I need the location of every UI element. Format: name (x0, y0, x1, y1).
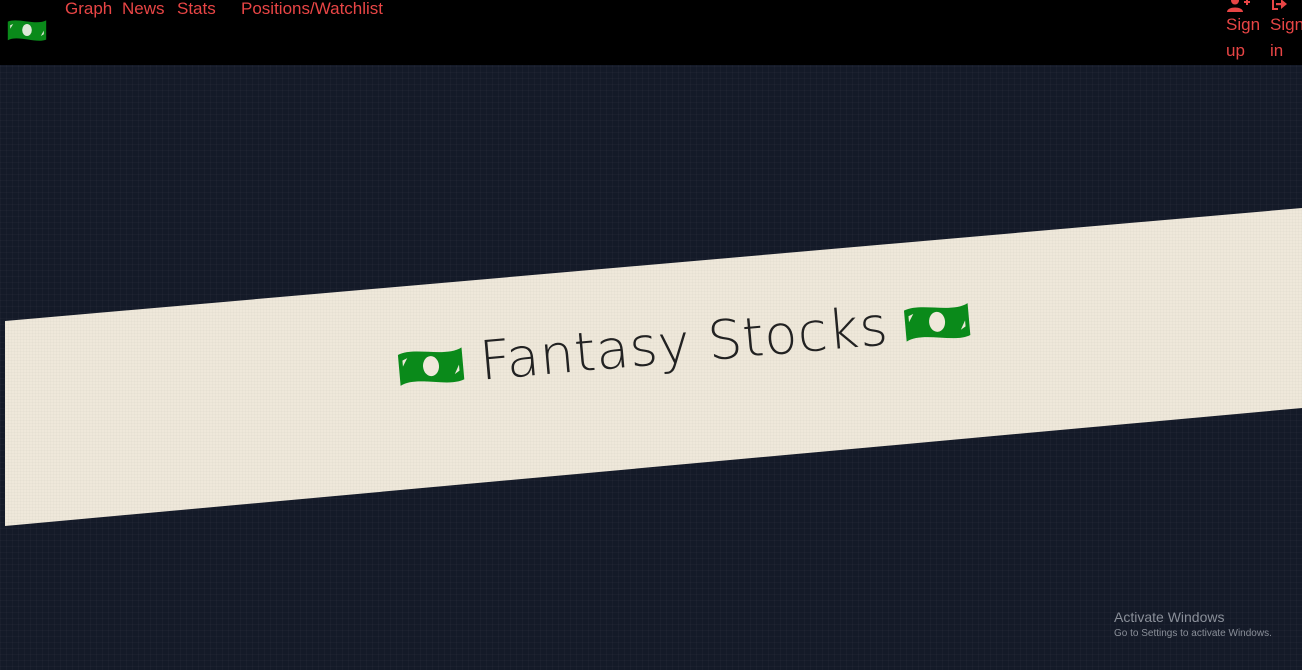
sign-in-label-line1: Sign (1270, 15, 1302, 34)
money-bill-icon (397, 346, 465, 386)
activate-windows-watermark: Activate Windows Go to Settings to activ… (1114, 609, 1272, 641)
user-plus-icon (1227, 0, 1250, 12)
watermark-title: Activate Windows (1114, 609, 1225, 625)
navbar: Graph News Stats Positions/Watchlist Sig… (0, 0, 1302, 65)
nav-link-stats[interactable]: Stats (177, 0, 216, 20)
sign-up-link[interactable]: Sign up (1226, 0, 1266, 64)
watermark-subtitle: Go to Settings to activate Windows. (1114, 628, 1272, 639)
nav-link-news[interactable]: News (122, 0, 165, 20)
money-bill-icon (903, 302, 970, 342)
sign-in-icon (1272, 0, 1287, 10)
money-bill-icon[interactable] (6, 15, 48, 45)
sign-in-link[interactable]: Sign in (1270, 0, 1302, 64)
sign-up-label-line2: up (1226, 41, 1245, 60)
sign-in-label-line2: in (1270, 41, 1284, 60)
sign-up-label-line1: Sign (1226, 15, 1261, 34)
nav-link-graph[interactable]: Graph (65, 0, 112, 20)
nav-link-positions-watchlist[interactable]: Positions/Watchlist (241, 0, 383, 20)
